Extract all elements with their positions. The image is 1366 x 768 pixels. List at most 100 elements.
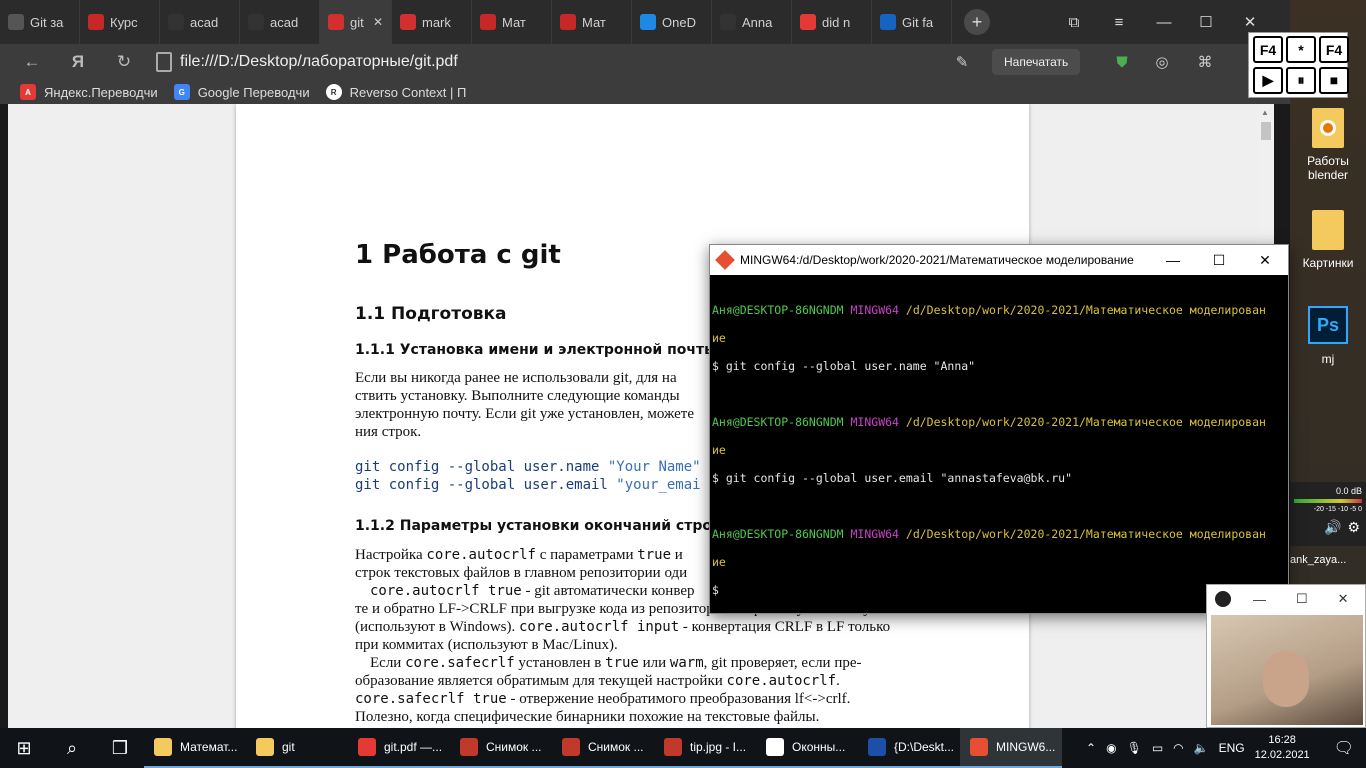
taskbar-app[interactable]: Оконны...: [756, 728, 858, 768]
back-icon[interactable]: ←: [12, 44, 52, 80]
code-text: core.autocrlf: [426, 547, 536, 563]
obs-minimize-button[interactable]: —: [1253, 592, 1266, 607]
paragraph-line: Если core.safecrlf установлен в true или…: [370, 655, 862, 672]
reload-icon[interactable]: ↻: [104, 44, 144, 80]
alice-icon[interactable]: ◎: [1150, 50, 1174, 74]
taskbar-app[interactable]: tip.jpg - I...: [654, 728, 756, 768]
browser-tab[interactable]: Anna: [712, 0, 792, 44]
obs-titlebar: — ☐ ✕: [1207, 585, 1365, 613]
taskbar-app[interactable]: Математ...: [144, 728, 246, 768]
stackoverflow-icon: [880, 14, 896, 30]
scroll-thumb[interactable]: [1261, 122, 1271, 140]
browser-tab[interactable]: did n: [792, 0, 872, 44]
yandex-icon[interactable]: Я: [58, 44, 98, 80]
terminal-maximize-button[interactable]: ☐: [1196, 252, 1242, 269]
code-text: true: [637, 547, 672, 563]
extension-icon[interactable]: ⌘: [1193, 50, 1217, 74]
new-tab-button[interactable]: +: [964, 9, 990, 35]
speaker-icon[interactable]: 🔊: [1324, 519, 1341, 536]
tab-close-icon[interactable]: ✕: [373, 15, 383, 29]
star-button[interactable]: *: [1286, 36, 1316, 63]
minimize-button[interactable]: —: [1142, 0, 1186, 44]
browser-tab[interactable]: Git fa: [872, 0, 952, 44]
chevron-up-icon[interactable]: ⌃: [1086, 741, 1096, 755]
windows-start-icon[interactable]: ⊞: [0, 728, 48, 768]
print-button[interactable]: Напечатать: [992, 49, 1081, 75]
text: образование является обратимым для текущ…: [355, 673, 727, 689]
code-text: core.autocrlf: [726, 673, 837, 689]
taskbar-app-label: Снимок ...: [486, 740, 542, 754]
terminal-title: MINGW64:/d/Desktop/work/2020-2021/Матема…: [740, 253, 1134, 267]
desktop-icon-pictures[interactable]: Картинки: [1290, 210, 1366, 270]
obs-maximize-button[interactable]: ☐: [1296, 591, 1308, 607]
protect-shield-icon[interactable]: ⛊: [1110, 50, 1134, 74]
url-field[interactable]: file:///D:/Desktop/лабораторные/git.pdf: [180, 53, 458, 71]
taskbar-app[interactable]: Снимок ...: [450, 728, 552, 768]
browser-tab[interactable]: mark: [392, 0, 472, 44]
f4-button[interactable]: F4: [1319, 36, 1349, 63]
play-button[interactable]: ▶: [1253, 66, 1283, 94]
scroll-up-icon[interactable]: ▲: [1261, 108, 1269, 117]
bookmark-reverso[interactable]: R Reverso Context | П: [325, 84, 466, 100]
desktop-icon-blender[interactable]: Работы blender: [1290, 108, 1366, 182]
taskbar-app[interactable]: git: [246, 728, 348, 768]
code-text: core.autocrlf true: [370, 583, 522, 599]
tray-app-icon[interactable]: ◉: [1106, 741, 1116, 755]
browser-tab[interactable]: Мат: [472, 0, 552, 44]
menu-icon[interactable]: ≡: [1097, 0, 1141, 44]
tab-label: acad: [190, 14, 219, 30]
settings-gear-icon[interactable]: ⚙: [1347, 519, 1360, 536]
microphone-icon[interactable]: 🎙: [1127, 741, 1142, 755]
prompt-path: /d/Desktop/work/2020-2021/Математическое…: [905, 527, 1266, 541]
f4-control-panel: F4 * F4 ▶ ⏸ ■: [1248, 32, 1349, 98]
bookmark-yandex-translate[interactable]: A Яндекс.Переводчи: [20, 84, 158, 100]
language-indicator[interactable]: ENG: [1219, 741, 1245, 755]
terminal-minimize-button[interactable]: —: [1150, 252, 1196, 268]
command-prompt: $: [712, 583, 719, 597]
browser-tab[interactable]: Курс: [80, 0, 160, 44]
tab-label: OneD: [662, 14, 696, 30]
pause-button[interactable]: ⏸: [1286, 66, 1316, 94]
terminal-scrollbar[interactable]: [1271, 275, 1288, 613]
speaker-icon[interactable]: 🔈: [1194, 741, 1209, 755]
desktop-icon-label: Работы blender: [1307, 154, 1349, 182]
bookmark-label: Google Переводчи: [197, 84, 310, 100]
obs-close-button[interactable]: ✕: [1338, 591, 1349, 607]
wifi-icon[interactable]: ◠: [1173, 741, 1183, 755]
browser-tab[interactable]: Мат: [552, 0, 632, 44]
search-icon[interactable]: ⌕: [48, 728, 96, 768]
f4-button[interactable]: F4: [1253, 36, 1283, 63]
tab-manager-icon[interactable]: ⧉: [1052, 0, 1096, 44]
taskbar-apps: Математ... git git.pdf —... Снимок ... Снимо…: [144, 728, 1062, 768]
stop-button[interactable]: ■: [1319, 66, 1349, 94]
obs-preview-window[interactable]: — ☐ ✕: [1206, 584, 1366, 728]
pin-icon[interactable]: ✎: [950, 50, 974, 74]
bookmark-google-translate[interactable]: G Google Переводчи: [173, 84, 310, 100]
tab-label: acad: [270, 14, 299, 30]
notifications-icon[interactable]: 🗨: [1334, 738, 1354, 758]
pdf-icon: [400, 14, 416, 30]
clock[interactable]: 16:28 12.02.2021: [1255, 733, 1310, 763]
browser-tab[interactable]: acad: [240, 0, 320, 44]
terminal-output[interactable]: Аня@DESKTOP-86NGNDM MINGW64 /d/Desktop/w…: [712, 289, 1274, 625]
battery-icon[interactable]: ▭: [1152, 741, 1163, 755]
tab-label: did n: [822, 14, 851, 30]
browser-tab[interactable]: acad: [160, 0, 240, 44]
desktop-icon-mj[interactable]: Ps mj: [1290, 306, 1366, 366]
terminal-close-button[interactable]: ✕: [1242, 252, 1288, 269]
taskbar-app[interactable]: git.pdf —...: [348, 728, 450, 768]
taskbar-app[interactable]: {D:\Deskt...: [858, 728, 960, 768]
browser-tab[interactable]: Git за: [0, 0, 80, 44]
prompt-env: MINGW64: [850, 527, 899, 541]
terminal-window[interactable]: MINGW64:/d/Desktop/work/2020-2021/Матема…: [709, 244, 1289, 614]
command-line: $ git config --global user.name "Anna": [712, 359, 976, 373]
taskbar-app[interactable]: MINGW6...: [960, 728, 1062, 768]
browser-tab[interactable]: OneD: [632, 0, 712, 44]
task-view-icon[interactable]: ❒: [96, 728, 144, 768]
browser-tab[interactable]: git ✕: [320, 0, 392, 44]
desktop-icon-label: Картинки: [1302, 256, 1354, 270]
maximize-button[interactable]: ☐: [1184, 0, 1228, 44]
taskbar-app-label: tip.jpg - I...: [690, 740, 747, 754]
taskbar-app[interactable]: Снимок ...: [552, 728, 654, 768]
taskbar: ⊞ ⌕ ❒ Математ... git git.pdf —... Снимок ..…: [0, 728, 1366, 768]
